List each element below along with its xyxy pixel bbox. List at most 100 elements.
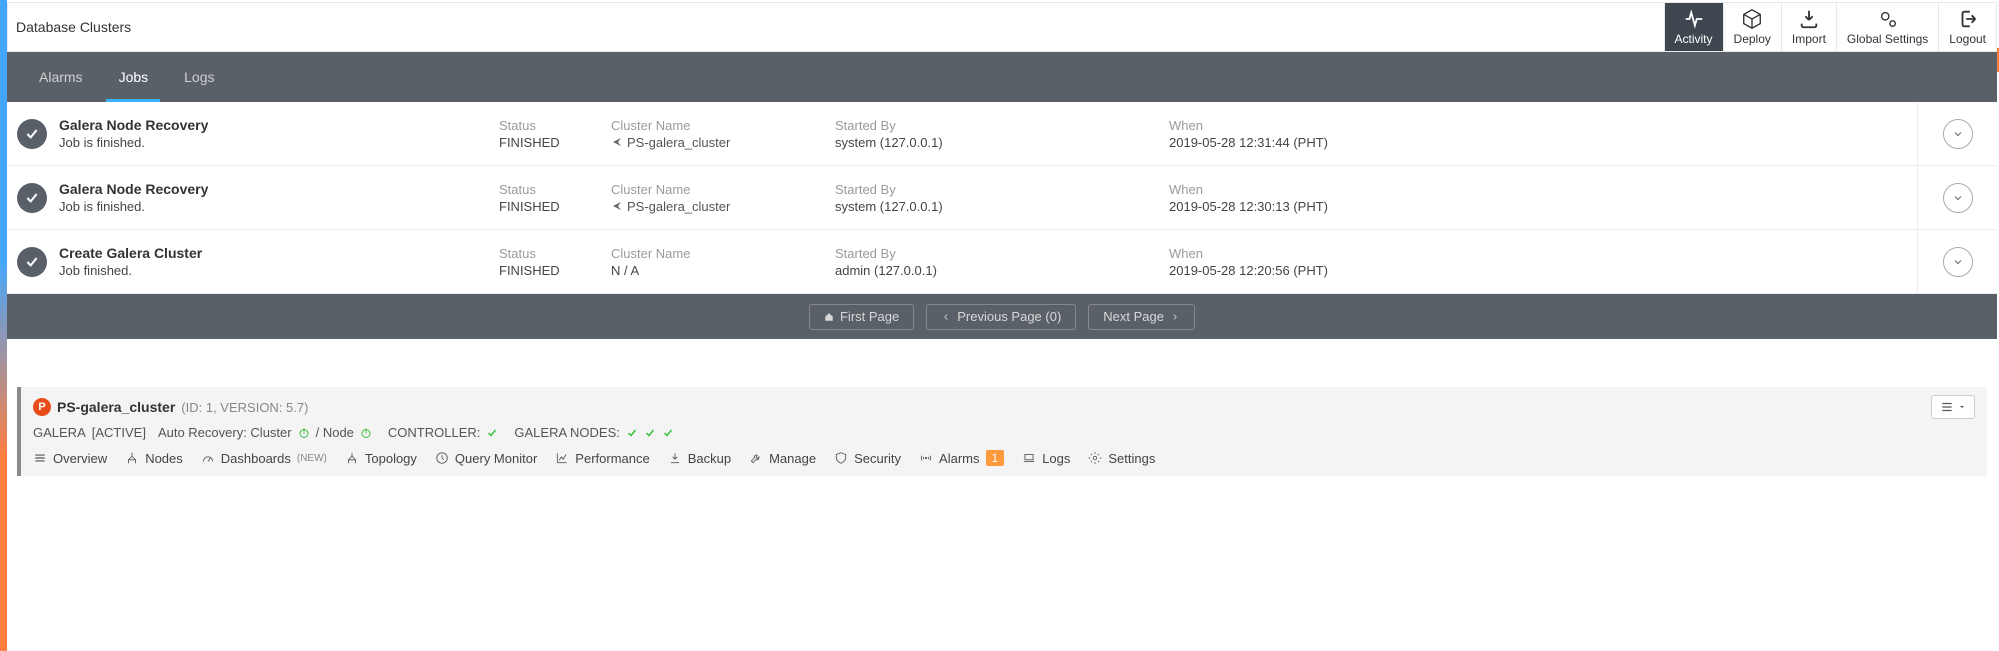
home-icon (824, 312, 834, 322)
activity-tabs: Alarms Jobs Logs (7, 52, 1997, 102)
job-row: Create Galera Cluster Job finished. Stat… (7, 230, 1997, 294)
pager: First Page Previous Page (0) Next Page (7, 294, 1997, 339)
chevron-down-icon (1952, 192, 1964, 204)
activity-button[interactable]: Activity (1664, 3, 1723, 51)
cluster-status-line: GALERA [ACTIVE] Auto Recovery: Cluster /… (33, 425, 1975, 440)
prev-page-button[interactable]: Previous Page (0) (926, 304, 1076, 330)
gear-icon (1088, 451, 1102, 465)
box-icon (1741, 8, 1763, 30)
job-row: Galera Node Recovery Job is finished. St… (7, 166, 1997, 230)
sitemap-icon (125, 451, 139, 465)
job-status-icon (17, 119, 47, 149)
shield-icon (834, 451, 848, 465)
nav-security[interactable]: Security (834, 451, 901, 466)
expand-button[interactable] (1943, 183, 1973, 213)
import-icon (1798, 8, 1820, 30)
nav-backup[interactable]: Backup (668, 451, 731, 466)
header-actions: Activity Deploy Import Global Settings L… (1664, 3, 1996, 51)
expand-button[interactable] (1943, 247, 1973, 277)
job-row: Galera Node Recovery Job is finished. St… (7, 102, 1997, 166)
started-by-value: system (127.0.0.1) (835, 135, 1169, 150)
cluster-link[interactable]: PS-galera_cluster (611, 135, 835, 150)
tab-alarms[interactable]: Alarms (21, 52, 101, 102)
nav-settings[interactable]: Settings (1088, 451, 1155, 466)
global-settings-button[interactable]: Global Settings (1836, 3, 1938, 51)
nav-nodes[interactable]: Nodes (125, 451, 183, 466)
expand-button[interactable] (1943, 119, 1973, 149)
job-title: Galera Node Recovery (59, 117, 499, 133)
cluster-name[interactable]: PS-galera_cluster (57, 399, 175, 415)
jobs-area: Galera Node Recovery Job is finished. St… (7, 102, 1997, 339)
job-status-icon (17, 247, 47, 277)
power-icon (298, 427, 310, 439)
laptop-icon (1022, 451, 1036, 465)
activity-label: Activity (1675, 32, 1713, 46)
deploy-label: Deploy (1734, 32, 1771, 46)
nav-query-monitor[interactable]: Query Monitor (435, 451, 537, 466)
nav-topology[interactable]: Topology (345, 451, 417, 466)
gears-icon (1877, 8, 1899, 30)
sitemap-icon (345, 451, 359, 465)
cluster-panel: P PS-galera_cluster (ID: 1, VERSION: 5.7… (7, 375, 1997, 488)
alarm-count-badge: 1 (986, 450, 1005, 466)
check-icon (644, 427, 656, 439)
check-icon (626, 427, 638, 439)
nav-dashboards[interactable]: Dashboards(NEW) (201, 451, 327, 466)
chevron-down-icon (1952, 256, 1964, 268)
page-title: Database Clusters (8, 19, 131, 35)
cluster-card: P PS-galera_cluster (ID: 1, VERSION: 5.7… (17, 387, 1987, 476)
header: Database Clusters Activity Deploy Import… (7, 2, 1997, 52)
sidebar-sliver (0, 0, 7, 651)
status-label: Status (499, 118, 611, 133)
list-icon (1940, 400, 1954, 414)
global-settings-label: Global Settings (1847, 32, 1928, 46)
job-title: Create Galera Cluster (59, 245, 499, 261)
job-subtitle: Job is finished. (59, 199, 499, 214)
next-page-button[interactable]: Next Page (1088, 304, 1195, 330)
nav-logs[interactable]: Logs (1022, 451, 1070, 466)
nav-performance[interactable]: Performance (555, 451, 649, 466)
logout-icon (1957, 8, 1979, 30)
check-icon (662, 427, 674, 439)
tab-logs[interactable]: Logs (166, 52, 232, 102)
tab-jobs[interactable]: Jobs (101, 52, 167, 102)
chevron-down-icon (1952, 128, 1964, 140)
when-value: 2019-05-28 12:31:44 (PHT) (1169, 135, 1489, 150)
nav-alarms[interactable]: Alarms1 (919, 450, 1004, 466)
cluster-menu-button[interactable] (1931, 395, 1975, 419)
job-status-icon (17, 183, 47, 213)
cluster-nav: Overview Nodes Dashboards(NEW) Topology … (33, 450, 1975, 466)
wrench-icon (749, 451, 763, 465)
started-by-label: Started By (835, 118, 1169, 133)
cluster-meta: (ID: 1, VERSION: 5.7) (181, 400, 308, 415)
status-value: FINISHED (499, 135, 611, 150)
cluster-na: N / A (611, 263, 835, 278)
share-icon (611, 136, 623, 148)
job-subtitle: Job finished. (59, 263, 499, 278)
nav-overview[interactable]: Overview (33, 451, 107, 466)
cluster-name-label: Cluster Name (611, 118, 835, 133)
when-label: When (1169, 118, 1489, 133)
logout-button[interactable]: Logout (1938, 3, 1996, 51)
nav-manage[interactable]: Manage (749, 451, 816, 466)
chart-icon (555, 451, 569, 465)
clock-icon (435, 451, 449, 465)
import-button[interactable]: Import (1781, 3, 1836, 51)
signal-icon (919, 451, 933, 465)
cluster-logo-icon: P (33, 398, 51, 416)
job-subtitle: Job is finished. (59, 135, 499, 150)
cluster-link[interactable]: PS-galera_cluster (611, 199, 835, 214)
chevron-right-icon (1170, 312, 1180, 322)
pulse-icon (1683, 8, 1705, 30)
deploy-button[interactable]: Deploy (1723, 3, 1781, 51)
import-label: Import (1792, 32, 1826, 46)
caret-down-icon (1958, 400, 1966, 414)
gauge-icon (201, 451, 215, 465)
check-icon (486, 427, 498, 439)
share-icon (611, 200, 623, 212)
chevron-left-icon (941, 312, 951, 322)
power-icon (360, 427, 372, 439)
bars-icon (33, 451, 47, 465)
job-title: Galera Node Recovery (59, 181, 499, 197)
first-page-button[interactable]: First Page (809, 304, 914, 330)
